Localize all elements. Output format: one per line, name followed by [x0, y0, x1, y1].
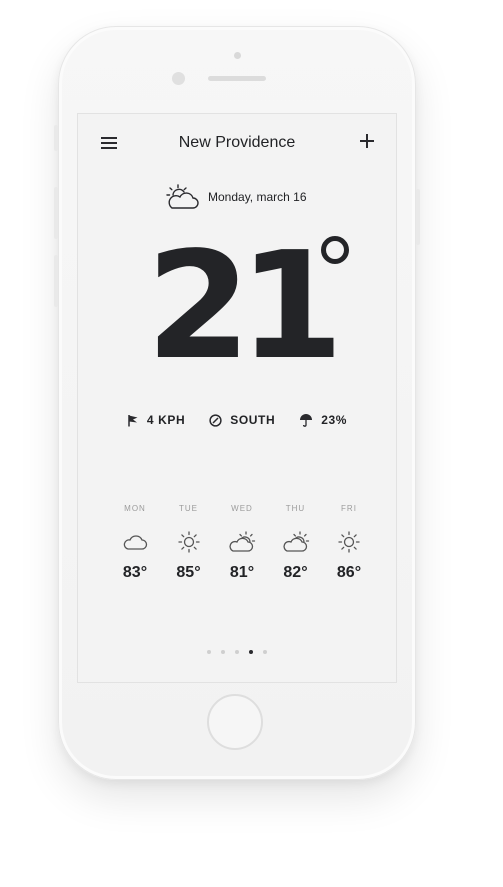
front-sensor — [172, 72, 185, 85]
partly-cloudy-icon — [229, 531, 256, 552]
sun-icon — [177, 531, 200, 553]
forecast-day-name: THU — [285, 504, 306, 513]
page-dot[interactable] — [235, 650, 239, 654]
degree-icon — [321, 236, 349, 264]
partly-cloudy-icon — [282, 531, 309, 552]
forecast-day: THU 82° — [273, 504, 319, 582]
page-indicator — [78, 650, 396, 654]
forecast-day-name: FRI — [341, 504, 357, 513]
date-row: Monday, march 16 — [164, 184, 307, 210]
forecast-day: WED 81° — [219, 504, 265, 582]
forecast-day: MON 83° — [112, 504, 158, 582]
forecast-temp: 86° — [336, 564, 362, 581]
wind-speed-stat: 4 KPH — [127, 413, 185, 427]
forecast-day: TUE 85° — [166, 504, 212, 582]
forecast-day-name: WED — [231, 504, 253, 513]
current-temperature: 21 — [146, 220, 344, 392]
power-button — [416, 189, 420, 245]
precipitation-stat: 23% — [299, 413, 347, 427]
camera — [234, 52, 241, 59]
forecast-temp: 83° — [122, 564, 148, 581]
city-title: New Providence — [178, 134, 296, 151]
add-city-icon[interactable] — [360, 134, 374, 148]
page-dot-active[interactable] — [249, 650, 253, 654]
mute-switch — [54, 125, 58, 151]
forecast-temp: 82° — [283, 564, 308, 581]
date-label: Monday, march 16 — [208, 190, 307, 204]
precipitation-value: 23% — [321, 413, 348, 427]
wind-speed-value: 4 KPH — [146, 413, 186, 427]
wind-direction-value: SOUTH — [230, 413, 276, 427]
weekly-forecast: MON 83° TUE 85° WED 81° THU 82° FRI 86° — [112, 504, 372, 582]
compass-icon — [209, 413, 222, 427]
page-dot[interactable] — [221, 650, 225, 654]
volume-down-button — [54, 255, 58, 307]
home-button[interactable] — [207, 694, 263, 750]
cloud-icon — [123, 535, 148, 550]
forecast-temp: 85° — [176, 564, 201, 581]
page-dot[interactable] — [263, 650, 267, 654]
conditions-row: 4 KPH SOUTH 23% — [78, 413, 396, 427]
wind-direction-stat: SOUTH — [209, 413, 275, 427]
partly-cloudy-icon — [166, 184, 199, 209]
forecast-day: FRI 86° — [326, 504, 372, 582]
earpiece-speaker — [208, 76, 266, 81]
umbrella-icon — [300, 414, 313, 427]
sun-icon — [338, 531, 360, 553]
page-dot[interactable] — [207, 650, 211, 654]
forecast-day-name: MON — [124, 504, 146, 513]
forecast-day-name: TUE — [179, 504, 198, 513]
volume-up-button — [54, 187, 58, 239]
flag-icon — [128, 414, 138, 426]
weather-screen: New Providence Monday, march 16 21 4 KPH — [77, 113, 397, 683]
forecast-temp: 81° — [229, 564, 255, 581]
